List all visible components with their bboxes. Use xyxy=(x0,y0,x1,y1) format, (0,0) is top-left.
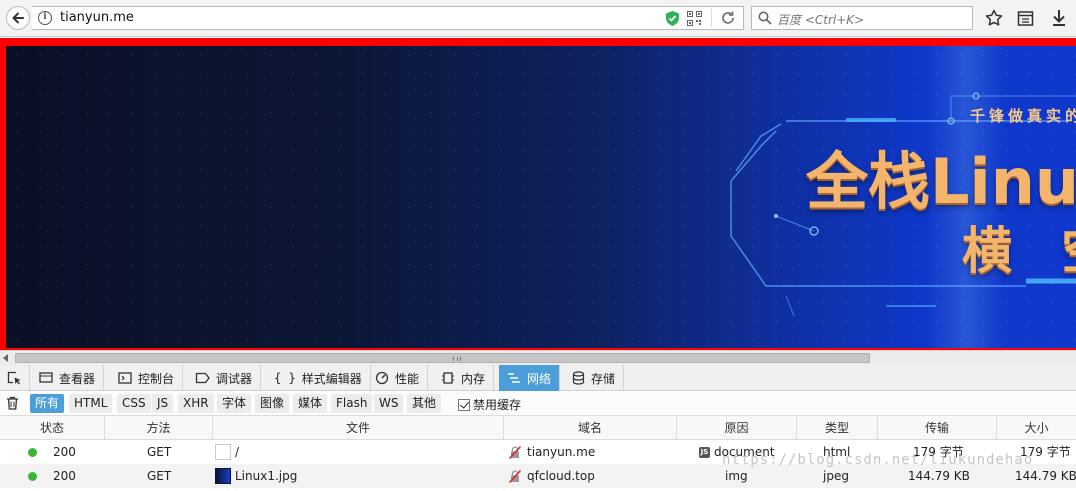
filter-fonts[interactable]: 字体 xyxy=(217,394,252,413)
filter-images[interactable]: 图像 xyxy=(255,394,290,413)
banner-tagline: 千锋做真实的 xyxy=(970,107,1076,125)
cell-domain: qfcloud.top xyxy=(527,469,595,483)
column-domain[interactable]: 域名 xyxy=(504,416,677,440)
column-size[interactable]: 大小 xyxy=(997,416,1076,440)
insecure-connection-icon xyxy=(509,470,521,483)
js-badge-icon: JS xyxy=(699,447,710,458)
grip-icon xyxy=(453,357,461,361)
tab-debugger[interactable]: 调试器 xyxy=(187,365,262,391)
tab-label: 存储 xyxy=(591,371,616,386)
shield-icon[interactable] xyxy=(665,10,680,27)
tab-inspector[interactable]: 查看器 xyxy=(31,365,105,391)
column-status[interactable]: 状态 xyxy=(0,416,105,440)
banner-subline: 横 空 xyxy=(962,222,1076,280)
filter-all[interactable]: 所有 xyxy=(30,394,65,413)
tab-storage[interactable]: 存储 xyxy=(564,365,625,391)
column-type[interactable]: 类型 xyxy=(797,416,878,440)
cell-domain: tianyun.me xyxy=(527,445,596,459)
tab-label: 查看器 xyxy=(59,371,96,386)
tab-performance[interactable]: 性能 xyxy=(367,365,429,391)
tab-memory[interactable]: 内存 xyxy=(433,365,495,391)
library-icon[interactable] xyxy=(1017,9,1034,27)
performance-icon xyxy=(375,371,389,385)
filter-ws[interactable]: WS xyxy=(374,394,404,413)
horizontal-scrollbar[interactable] xyxy=(0,350,1076,365)
tab-label: 控制台 xyxy=(138,371,175,386)
filter-flash[interactable]: Flash xyxy=(331,394,373,413)
cell-method: GET xyxy=(147,445,172,459)
cell-file: Linux1.jpg xyxy=(235,469,298,483)
filter-css[interactable]: CSS xyxy=(117,394,151,413)
filter-js[interactable]: JS xyxy=(152,394,174,413)
column-method[interactable]: 方法 xyxy=(105,416,213,440)
page-viewport: 千锋做真实的 全栈Linux 横 空 xyxy=(0,38,1076,350)
filter-html[interactable]: HTML xyxy=(69,394,113,413)
banner-headline: 全栈Linux xyxy=(806,145,1076,218)
separator xyxy=(711,9,712,27)
scroll-left-arrow-icon[interactable] xyxy=(3,354,8,362)
requests-table-header: 状态 方法 文件 域名 原因 类型 传输 大小 xyxy=(0,416,1076,440)
back-button[interactable] xyxy=(6,6,30,30)
tab-label: 网络 xyxy=(527,371,552,386)
filter-media[interactable]: 媒体 xyxy=(293,394,328,413)
network-icon xyxy=(508,373,520,383)
qr-code-icon[interactable] xyxy=(687,11,702,26)
inspector-icon xyxy=(39,372,53,383)
tab-label: 样式编辑器 xyxy=(301,371,362,386)
clear-trash-icon[interactable] xyxy=(6,396,19,410)
cell-method: GET xyxy=(147,469,172,483)
url-bar[interactable]: i tianyun.me xyxy=(32,6,744,30)
debugger-icon xyxy=(195,372,210,384)
tab-network[interactable]: 网络 xyxy=(499,365,561,391)
tab-label: 内存 xyxy=(461,371,486,386)
tab-label: 调试器 xyxy=(216,371,253,386)
element-picker-icon xyxy=(7,371,21,384)
disable-cache-checkbox[interactable] xyxy=(458,398,470,411)
download-icon[interactable] xyxy=(1051,9,1067,27)
network-filter-bar: 所有 HTML CSS JS XHR 字体 图像 媒体 Flash WS 其他 … xyxy=(0,391,1076,416)
devtools-toolbar: 查看器 控制台 调试器 { } 样式编辑器 性能 内存 网络 存储 xyxy=(0,365,1076,391)
tab-label: 性能 xyxy=(395,371,420,386)
column-transferred[interactable]: 传输 xyxy=(878,416,997,440)
disable-cache-label: 禁用缓存 xyxy=(473,398,522,412)
watermark: https://blog.csdn.net/liukundehao xyxy=(722,452,1034,468)
search-bar[interactable]: 百度 <Ctrl+K> xyxy=(751,6,973,30)
search-icon xyxy=(758,11,772,25)
back-arrow-icon xyxy=(12,12,24,24)
scrollbar-thumb[interactable] xyxy=(15,353,870,363)
status-ok-icon xyxy=(28,448,37,457)
tab-console[interactable]: 控制台 xyxy=(110,365,184,391)
memory-icon xyxy=(442,372,454,384)
tab-style-editor[interactable]: { } 样式编辑器 xyxy=(266,365,371,391)
file-thumbnail xyxy=(215,444,231,460)
filter-xhr[interactable]: XHR xyxy=(178,394,214,413)
bookmark-star-icon[interactable] xyxy=(985,9,1003,27)
cell-status: 200 xyxy=(53,469,76,483)
reload-icon[interactable] xyxy=(720,10,736,26)
column-cause[interactable]: 原因 xyxy=(677,416,797,440)
url-text[interactable]: tianyun.me xyxy=(60,10,134,25)
search-placeholder[interactable]: 百度 <Ctrl+K> xyxy=(777,11,864,28)
navigation-toolbar: i tianyun.me 百度 <Ctrl+K> xyxy=(0,0,1076,37)
site-info-icon[interactable]: i xyxy=(38,11,52,25)
status-ok-icon xyxy=(28,472,37,481)
column-file[interactable]: 文件 xyxy=(213,416,504,440)
cell-status: 200 xyxy=(53,445,76,459)
element-picker-button[interactable] xyxy=(0,365,30,391)
hero-banner: 千锋做真实的 全栈Linux 横 空 xyxy=(6,46,1076,348)
image-thumbnail xyxy=(215,468,231,484)
insecure-connection-icon xyxy=(509,446,521,459)
storage-icon xyxy=(572,371,585,385)
style-editor-icon: { } xyxy=(274,371,296,385)
console-icon xyxy=(118,372,132,384)
disable-cache-toggle[interactable]: 禁用缓存 xyxy=(458,396,521,413)
cell-file: / xyxy=(235,445,240,459)
filter-other[interactable]: 其他 xyxy=(407,394,442,413)
